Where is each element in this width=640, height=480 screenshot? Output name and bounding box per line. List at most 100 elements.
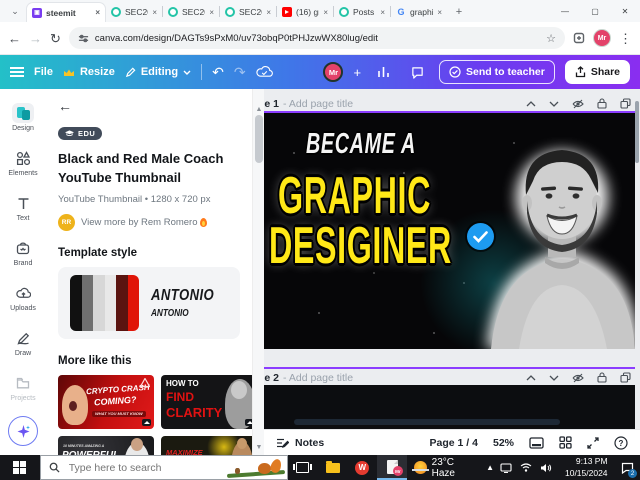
verified-badge-icon[interactable] (467, 223, 494, 250)
action-center-button[interactable]: 2 (615, 455, 640, 480)
undo-button[interactable]: ↶ (212, 64, 224, 81)
back-icon[interactable]: ← (8, 32, 21, 45)
sidebar-item-projects[interactable]: Projects (1, 365, 45, 410)
file-explorer-button[interactable] (318, 455, 348, 480)
tab-close-icon[interactable]: × (380, 8, 385, 17)
user-avatar[interactable]: Mr (323, 62, 344, 82)
tab-close-icon[interactable]: × (209, 8, 214, 17)
sidebar-item-design[interactable]: Design (1, 95, 45, 140)
design-kicker-text[interactable]: BECAME A (306, 128, 416, 161)
start-button[interactable] (0, 455, 40, 480)
tab-close-icon[interactable]: × (152, 8, 157, 17)
task-view-button[interactable] (288, 455, 318, 480)
forward-icon[interactable]: → (29, 32, 42, 45)
tab-sec-1[interactable]: SEC20... × (106, 2, 162, 22)
tab-google-search[interactable]: G graphic... × (391, 2, 447, 22)
editing-mode-dropdown[interactable]: Editing (125, 66, 191, 78)
tab-close-icon[interactable]: × (95, 8, 100, 17)
menu-icon[interactable] (10, 67, 24, 77)
template-thumbnail-clarity[interactable]: HOW TO FIND CLARITY (161, 374, 252, 429)
sidebar-item-uploads[interactable]: Uploads (1, 275, 45, 320)
help-icon[interactable]: ? (614, 435, 628, 450)
duplicate-page-icon[interactable] (620, 372, 631, 383)
tab-posts[interactable]: Posts b... × (334, 2, 390, 22)
sidebar-item-draw[interactable]: Draw (1, 320, 45, 365)
wps-office-button[interactable]: W (347, 455, 377, 480)
tab-close-icon[interactable]: × (323, 8, 328, 17)
duplicate-page-icon[interactable] (620, 98, 631, 109)
tab-sec-2[interactable]: SEC20... × (163, 2, 219, 22)
view-more-link[interactable]: View more by Rem Romero (81, 217, 198, 228)
scrollbar-thumb[interactable] (255, 115, 263, 163)
template-style-card[interactable]: ANTONIO ANTONIO (58, 266, 240, 339)
presenter-view-icon[interactable] (529, 436, 544, 449)
author-row[interactable]: RR View more by Rem Romero (58, 213, 240, 231)
tab-close-icon[interactable]: × (437, 8, 442, 17)
sidebar-item-text[interactable]: Text (1, 185, 45, 230)
add-member-button[interactable]: + (353, 65, 361, 80)
page2-title-placeholder[interactable]: - Add page title (283, 372, 526, 384)
comments-button[interactable] (405, 60, 429, 84)
search-input[interactable] (66, 460, 197, 475)
tab-sec-3[interactable]: SEC20... × (220, 2, 276, 22)
taskbar-weather[interactable]: 23°C Haze (407, 457, 486, 479)
maximize-button[interactable]: ▢ (580, 0, 610, 22)
redo-button[interactable]: ↷ (234, 64, 246, 81)
lock-page-icon[interactable] (597, 98, 607, 109)
notes-button[interactable]: Notes (276, 437, 324, 449)
template-thumbnail-gains[interactable]: MAXIMIZE YOUR GAINS (161, 435, 252, 455)
tab-search-chevron-icon[interactable]: ⌄ (6, 2, 24, 20)
magic-assistant-button[interactable] (8, 416, 38, 446)
new-tab-button[interactable]: + (451, 4, 467, 20)
hide-page-icon[interactable] (572, 99, 584, 109)
scrollbar-thumb[interactable] (635, 101, 639, 163)
reload-icon[interactable]: ↻ (50, 32, 61, 45)
canvas-scrollbar[interactable] (635, 89, 640, 429)
grid-view-icon[interactable] (559, 436, 572, 449)
resize-button[interactable]: Resize (63, 66, 115, 78)
sidebar-item-brand[interactable]: Brand (1, 230, 45, 275)
close-button[interactable]: ✕ (610, 0, 640, 22)
volume-icon[interactable] (540, 463, 552, 473)
browser-profile-avatar[interactable]: Mr (593, 29, 611, 47)
page-indicator[interactable]: Page 1 / 4 (430, 437, 478, 449)
tray-expand-icon[interactable]: ▲ (486, 463, 494, 472)
minimize-button[interactable]: — (550, 0, 580, 22)
back-arrow-icon[interactable]: ← (58, 99, 240, 113)
page1-design[interactable]: BECAME A GRAPHIC DESIGINER (264, 113, 635, 349)
panel-scrollbar[interactable]: ▲ ▼ (252, 89, 264, 455)
insights-button[interactable] (371, 60, 395, 84)
move-page-down-icon[interactable] (549, 101, 559, 107)
zoom-level[interactable]: 52% (493, 437, 514, 449)
wifi-icon[interactable] (520, 463, 532, 472)
bookmark-star-icon[interactable]: ☆ (546, 32, 556, 45)
page1-title-placeholder[interactable]: - Add page title (283, 98, 526, 110)
tab-youtube[interactable]: (16) gr... × (277, 2, 333, 22)
active-document-button[interactable]: Mr (377, 455, 407, 480)
template-thumbnail-motivation[interactable]: 10 MINUTES AMAZING A POWERFUL MOTIVATION (58, 435, 154, 455)
search-highlight-squirrel-image[interactable] (226, 455, 285, 479)
design-line2-text[interactable]: DESIGINER (269, 220, 452, 272)
page2-design[interactable] (264, 385, 635, 429)
hide-page-icon[interactable] (572, 373, 584, 383)
address-bar[interactable]: canva.com/design/DAGTs9sPxM0/uv73obqP0tP… (68, 27, 565, 49)
file-menu[interactable]: File (34, 66, 53, 78)
move-page-up-icon[interactable] (526, 100, 536, 107)
sidebar-item-elements[interactable]: Elements (1, 140, 45, 185)
move-page-up-icon[interactable] (526, 374, 536, 381)
fullscreen-icon[interactable] (587, 436, 599, 449)
tab-close-icon[interactable]: × (266, 8, 271, 17)
url-text[interactable]: canva.com/design/DAGTs9sPxM0/uv73obqP0tP… (95, 33, 540, 44)
taskbar-search[interactable] (39, 455, 288, 480)
design-line1-text[interactable]: GRAPHIC (278, 170, 431, 222)
taskbar-clock[interactable]: 9:13 PM 10/15/2024 (558, 456, 615, 478)
move-page-down-icon[interactable] (549, 375, 559, 381)
display-tray-icon[interactable] (500, 462, 512, 473)
share-button[interactable]: Share (564, 60, 630, 84)
lock-page-icon[interactable] (597, 372, 607, 383)
send-to-teacher-button[interactable]: Send to teacher (439, 60, 555, 84)
template-thumbnail-crypto[interactable]: CRYPTO CRASH COMING? WHAT YOU MUST KNOW (58, 374, 154, 429)
tab-steemit[interactable]: ▣ steemit × (26, 2, 106, 22)
browser-menu-icon[interactable]: ⋮ (619, 32, 632, 45)
extension-icon[interactable] (573, 32, 585, 44)
